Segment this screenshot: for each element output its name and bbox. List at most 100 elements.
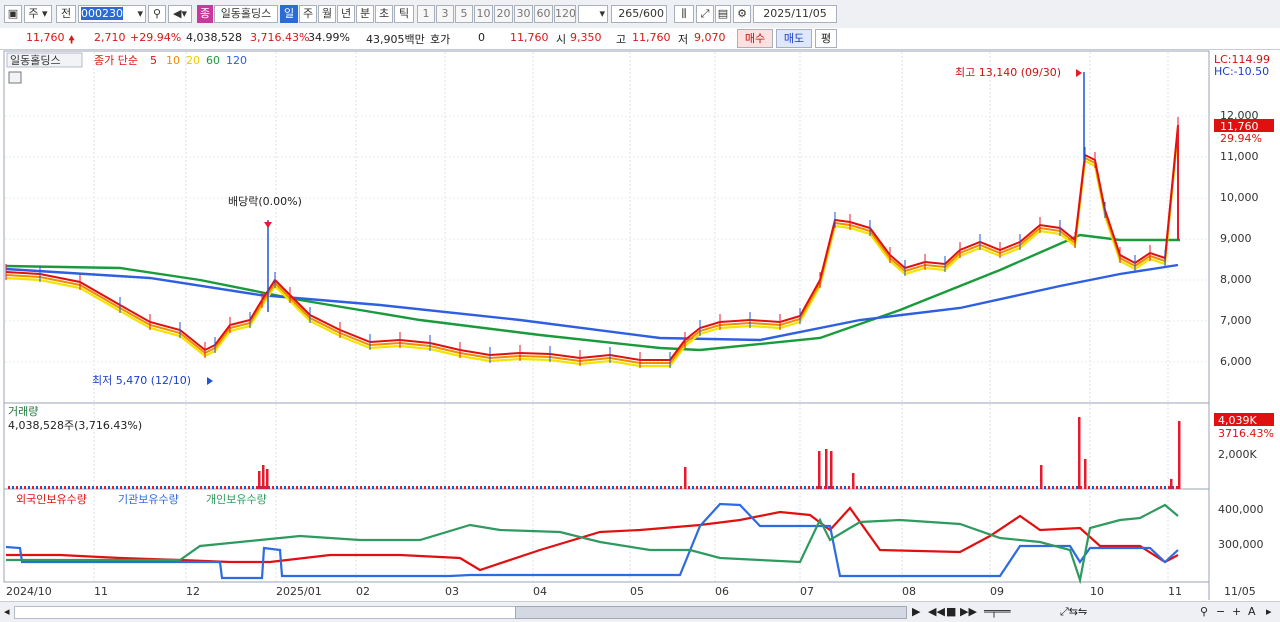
scroll-right-icon[interactable]: ▸ (1266, 605, 1272, 618)
legend-ma120: 120 (226, 54, 247, 67)
volume-bar (364, 486, 366, 489)
scroll-thumb[interactable] (515, 606, 907, 619)
volume-bar (900, 486, 902, 489)
plus-icon[interactable]: + (1232, 605, 1241, 618)
menu-icon[interactable]: ▣ (4, 5, 22, 23)
volume-bar (656, 486, 658, 489)
search-icon[interactable]: ⚲ (148, 5, 166, 23)
volume-bar (636, 486, 638, 489)
volume-bar (216, 486, 218, 489)
period-day[interactable]: 일 (280, 5, 298, 23)
minute-30[interactable]: 30 (514, 5, 533, 23)
volume-bar (1140, 486, 1142, 489)
minute-5[interactable]: 5 (455, 5, 473, 23)
period-minute[interactable]: 분 (356, 5, 374, 23)
volume-bar (1056, 486, 1058, 489)
volume-bar (52, 486, 54, 489)
volume-bar (48, 486, 50, 489)
period-second[interactable]: 초 (375, 5, 393, 23)
candle-icon[interactable]: ⫼ (674, 5, 694, 23)
tools-icon[interactable]: ⤢⇆⇋ (1060, 605, 1087, 619)
period-month[interactable]: 월 (318, 5, 336, 23)
scroll-left-icon[interactable]: ◂ (4, 605, 10, 618)
volume-bar (468, 486, 470, 489)
volume-bar (188, 486, 190, 489)
volume-bar (732, 486, 734, 489)
font-icon[interactable]: A (1248, 605, 1256, 618)
volume-bar (96, 486, 98, 489)
forward-icon[interactable]: ▶▶ (960, 605, 977, 618)
period-year[interactable]: 년 (337, 5, 355, 23)
volume-spike (1040, 465, 1043, 489)
price-tick: 6,000 (1220, 355, 1252, 368)
save-icon[interactable]: ▤ (715, 5, 731, 23)
volume-bar (1000, 486, 1002, 489)
gear-icon[interactable]: ⚙ (733, 5, 751, 23)
volume-bar (808, 486, 810, 489)
volume-bar (40, 486, 42, 489)
volume-bar (632, 486, 634, 489)
minute-1[interactable]: 1 (417, 5, 435, 23)
play-icon[interactable]: ▶ (912, 605, 920, 618)
stock-chart[interactable]: 12,000 11,000 10,000 9,000 8,000 7,000 6… (0, 50, 1280, 601)
calculator-icon[interactable] (8, 71, 22, 84)
prev-button[interactable]: 전 (56, 5, 76, 23)
minus-icon[interactable]: − (1216, 605, 1225, 618)
volume-bar (796, 486, 798, 489)
badge: 종 (197, 5, 213, 23)
volume-spike (258, 471, 261, 489)
buy-button[interactable]: 매수 (737, 29, 773, 48)
speaker-icon[interactable]: ◀▾ (168, 5, 192, 23)
volume-bar (396, 486, 398, 489)
volume-bar (68, 486, 70, 489)
volume-bar (600, 486, 602, 489)
date-input[interactable]: 2025/11/05 (753, 5, 837, 23)
volume-bar (948, 486, 950, 489)
volume-bar (1036, 486, 1038, 489)
minute-3[interactable]: 3 (436, 5, 454, 23)
code-input[interactable]: 000230 ▾ (78, 5, 146, 23)
rewind-icon[interactable]: ◀◀ (928, 605, 945, 618)
volume-bar (292, 486, 294, 489)
minute-10[interactable]: 10 (474, 5, 493, 23)
volume-bar (660, 486, 662, 489)
scroll-bar[interactable]: ◂ ▶ ◀◀ ■ ▶▶ ═╤══ ⤢⇆⇋ ⚲ − + A ▸ (0, 601, 1280, 622)
zoom-icon[interactable]: ⚲ (1200, 605, 1208, 618)
volume-bar (676, 486, 678, 489)
date-tick: 06 (715, 585, 729, 598)
volume-bar (272, 486, 274, 489)
volume-bar (896, 486, 898, 489)
zoom-slider[interactable]: ═╤══ (984, 605, 1011, 618)
volume-bar (568, 486, 570, 489)
volume-bar (296, 486, 298, 489)
minute-60[interactable]: 60 (534, 5, 553, 23)
volume-bar (1160, 486, 1162, 489)
volume-bar (680, 486, 682, 489)
trend-icon[interactable]: ⤢ (696, 5, 714, 23)
custom-select[interactable]: ▾ (578, 5, 608, 23)
minute-120[interactable]: 120 (554, 5, 576, 23)
scroll-track[interactable] (14, 606, 516, 619)
volume-bar (920, 486, 922, 489)
volume-bar (1024, 486, 1026, 489)
current-price: 11,760 (26, 31, 65, 44)
volume-bar (596, 486, 598, 489)
volume-bar (28, 486, 30, 489)
type-select[interactable]: 주 ▾ (24, 5, 52, 23)
period-tick[interactable]: 틱 (394, 5, 414, 23)
chevron-down-icon: ▾ (137, 7, 143, 20)
volume-bar (756, 486, 758, 489)
minute-20[interactable]: 20 (494, 5, 513, 23)
count-input[interactable]: 265/600 (611, 5, 667, 23)
volume-bar (1156, 486, 1158, 489)
volume-bar (24, 486, 26, 489)
volume-bar (856, 486, 858, 489)
volume-bar (720, 486, 722, 489)
stock-name: 일동홀딩스 (214, 5, 278, 23)
sell-button[interactable]: 매도 (776, 29, 812, 48)
volume-bar (488, 486, 490, 489)
period-week[interactable]: 주 (299, 5, 317, 23)
eval-button[interactable]: 평 (815, 29, 837, 48)
volume-bar (372, 486, 374, 489)
stop-icon[interactable]: ■ (946, 605, 956, 618)
